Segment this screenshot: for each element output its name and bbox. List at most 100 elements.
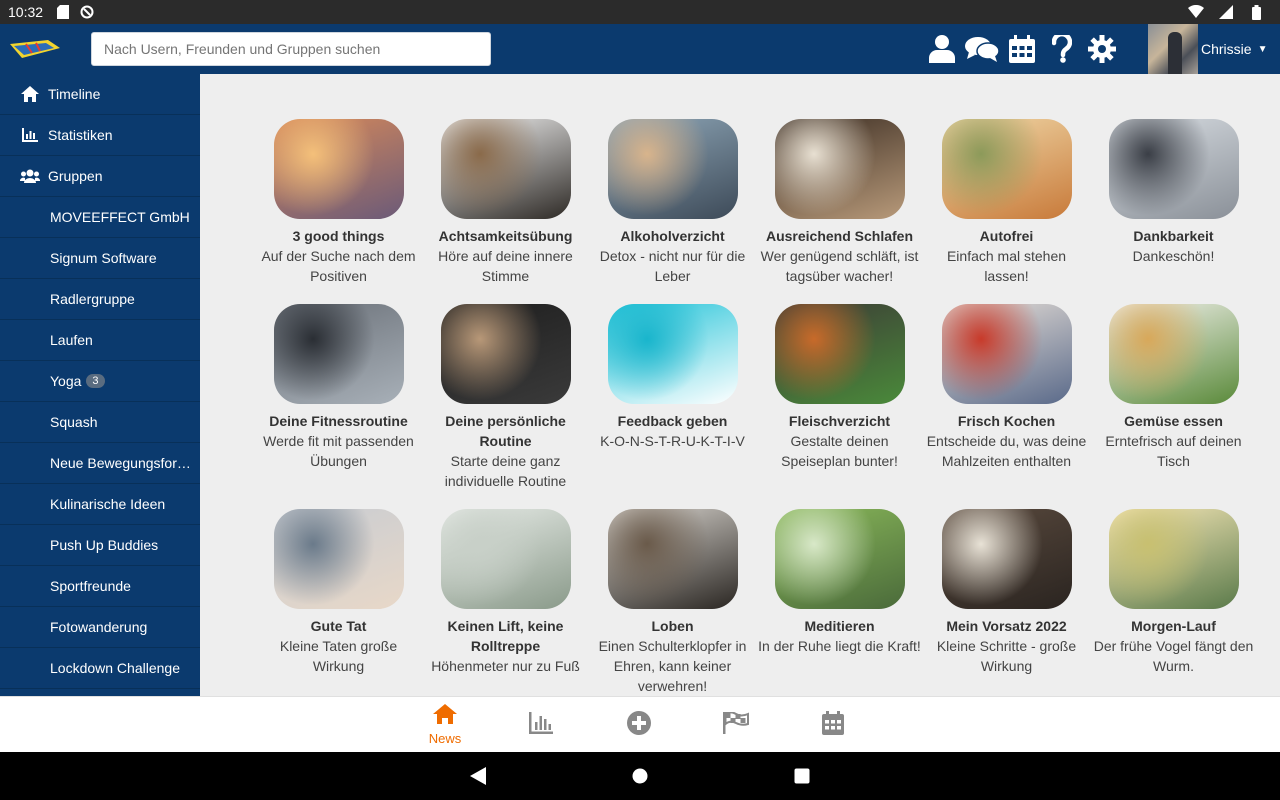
caret-down-icon: ▼ [1257,43,1268,55]
sidebar-group-laufen[interactable]: Laufen [0,320,200,361]
challenge-title: Alkoholverzicht [620,228,725,244]
challenge-card[interactable]: Meditieren In der Ruhe liegt die Kraft! [756,509,923,696]
sidebar-item-timeline[interactable]: Timeline [0,74,200,115]
sidebar-item-label: Signum Software [50,250,157,266]
challenge-card[interactable]: Feedback geben K-O-N-S-T-R-U-K-T-I-V [589,304,756,509]
challenge-card[interactable]: Morgen-Lauf Der frühe Vogel fängt den Wur… [1090,509,1257,696]
user-name: Chrissie [1201,41,1252,57]
challenge-image [774,509,905,609]
sidebar-group-squash[interactable]: Squash [0,402,200,443]
challenge-card[interactable]: Keinen Lift, keine Rolltreppe Höhenmeter … [422,509,589,696]
challenge-card[interactable]: Mein Vorsatz 2022 Kleine Schritte - große… [923,509,1090,696]
chat-icon[interactable] [962,24,1002,74]
challenge-description: Höhenmeter nur zu Fuß [431,658,580,674]
challenge-title: Loben [651,618,694,634]
back-icon[interactable] [466,764,490,788]
android-navigation-bar [0,752,1280,800]
sidebar-group-fotowanderung[interactable]: Fotowanderung [0,607,200,648]
nav-add[interactable] [609,697,669,753]
sidebar-item-label: MOVEEFFECT GmbH [50,209,190,225]
sidebar-item-label: Timeline [48,86,101,102]
profile-icon[interactable] [922,24,962,74]
sidebar-item-label: Laufen [50,332,93,348]
challenge-card[interactable]: Frisch Kochen Entscheide du, was deine Ma… [923,304,1090,509]
sidebar-item-label: Kulinarische Ideen [50,496,166,512]
challenge-title: Frisch Kochen [957,413,1056,429]
challenge-card[interactable]: Loben Einen Schulterklopfer in Ehren, kan… [589,509,756,696]
challenge-description: In der Ruhe liegt die Kraft! [758,638,921,654]
users-icon [20,166,40,186]
challenge-card[interactable]: Gemüse essen Erntefrisch auf deinen Tisch [1090,304,1257,509]
recents-square-icon[interactable] [790,764,814,788]
challenge-card[interactable]: Dankbarkeit Dankeschön! [1090,119,1257,304]
challenge-title: Gemüse essen [1124,413,1223,429]
challenge-description: Der frühe Vogel fängt den Wurm. [1093,638,1254,674]
challenge-image [1108,119,1239,219]
help-icon[interactable] [1042,24,1082,74]
challenge-title: Autofrei [979,228,1034,244]
challenge-card[interactable]: Deine Fitnessroutine Werde fit mit passen… [255,304,422,509]
challenge-card[interactable]: 3 good things Auf der Suche nach dem Posi… [255,119,422,304]
nav-statistics[interactable] [511,697,571,753]
sidebar-group-neue-bewegungsform[interactable]: Neue Bewegungsform... [0,443,200,484]
flag-icon [723,710,749,739]
sidebar-group-yoga[interactable]: Yoga 3 [0,361,200,402]
nav-news[interactable]: News [415,697,475,753]
count-badge: 3 [86,374,105,388]
challenge-image [273,119,404,219]
sidebar-group-lockdown-challenge[interactable]: Lockdown Challenge [0,648,200,689]
sidebar-group-sportfreunde[interactable]: Sportfreunde [0,566,200,607]
challenge-description: Detox - nicht nur für die Leber [599,248,746,284]
sidebar-item-label: Sportfreunde [50,578,131,594]
challenge-image [607,119,738,219]
sidebar-item-gruppen[interactable]: Gruppen [0,156,200,197]
nav-calendar[interactable] [803,697,863,753]
challenge-image [774,304,905,404]
challenge-grid: 3 good things Auf der Suche nach dem Posi… [255,119,1257,696]
challenge-image [941,509,1072,609]
nav-challenges[interactable] [706,697,766,753]
challenge-description: Erntefrisch auf deinen Tisch [1105,433,1242,469]
sidebar-group-signum-software[interactable]: Signum Software [0,238,200,279]
settings-gear-icon[interactable] [1082,24,1122,74]
challenge-title: Keinen Lift, keine Rolltreppe [447,618,564,654]
user-menu[interactable]: Chrissie ▼ [1148,24,1280,74]
android-status-bar: 10:32 [0,0,1280,24]
sidebar-group-radlergruppe[interactable]: Radlergruppe [0,279,200,320]
sidebar-group-push-up-buddies[interactable]: Push Up Buddies [0,525,200,566]
search-input[interactable] [91,32,491,66]
challenge-title: Gute Tat [310,618,367,634]
status-time: 10:32 [8,4,44,20]
challenge-image [440,304,571,404]
home-circle-icon[interactable] [628,764,652,788]
sd-card-icon [55,4,71,20]
nav-news-label: News [428,731,462,746]
sidebar-group-kulinarische-ideen[interactable]: Kulinarische Ideen [0,484,200,525]
sidebar-group-moveeffect[interactable]: MOVEEFFECT GmbH [0,197,200,238]
challenge-card[interactable]: Gute Tat Kleine Taten große Wirkung [255,509,422,696]
challenge-card[interactable]: Deine persönliche Routine Starte deine ga… [422,304,589,509]
moveeffect-logo[interactable] [0,24,70,74]
challenge-image [273,509,404,609]
challenge-description: Entscheide du, was deine Mahlzeiten enth… [926,433,1087,469]
challenge-overview: 3 good things Auf der Suche nach dem Posi… [200,74,1280,696]
challenge-description: Einen Schulterklopfer in Ehren, kann kei… [598,638,747,694]
calendar-icon [822,710,844,740]
home-icon [433,704,457,729]
challenge-card[interactable]: Ausreichend Schlafen Wer genügend schläft… [756,119,923,304]
challenge-card[interactable]: Alkoholverzicht Detox - nicht nur für die… [589,119,756,304]
header-icon-bar [922,24,1122,74]
stats-icon [529,711,553,739]
bottom-navigation: News [0,696,1280,752]
challenge-card[interactable]: Achtsamkeitsübung Höre auf deine innere S… [422,119,589,304]
challenge-card[interactable]: Fleischverzicht Gestalte deinen Speisepla… [756,304,923,509]
sidebar-item-statistiken[interactable]: Statistiken [0,115,200,156]
challenge-image [440,119,571,219]
challenge-description: Wer genügend schläft, ist tagsüber wache… [760,248,919,284]
sidebar-item-label: Statistiken [48,127,113,143]
challenge-card[interactable]: Autofrei Einfach mal stehen lassen! [923,119,1090,304]
sidebar-item-label: Squash [50,414,98,430]
challenge-title: Achtsamkeitsübung [438,228,573,244]
challenge-title: Ausreichend Schlafen [765,228,914,244]
calendar-icon[interactable] [1002,24,1042,74]
